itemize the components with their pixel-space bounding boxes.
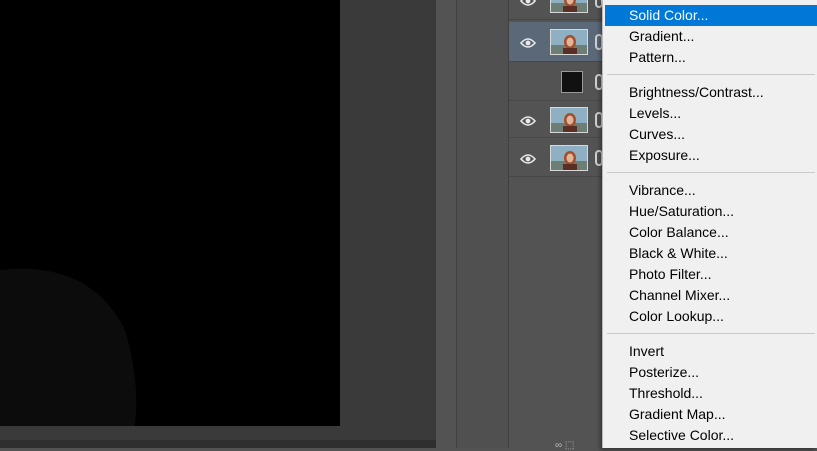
menu-item[interactable]: Photo Filter... <box>605 264 817 285</box>
menu-item[interactable]: Brightness/Contrast... <box>605 82 817 103</box>
menu-item[interactable]: Color Lookup... <box>605 306 817 327</box>
adjustment-layer-menu: Solid Color... Gradient... Pattern... Brigh… <box>602 0 817 448</box>
menu-item[interactable]: Channel Mixer... <box>605 285 817 306</box>
menu-separator <box>607 74 815 75</box>
menu-item[interactable]: Pattern... <box>605 47 817 68</box>
layer-thumbnail[interactable] <box>550 106 588 133</box>
horizontal-scrollbar[interactable] <box>0 440 436 448</box>
menu-item[interactable]: Exposure... <box>605 145 817 166</box>
canvas-image <box>0 268 137 426</box>
eye-icon[interactable] <box>519 114 537 126</box>
menu-item[interactable]: Threshold... <box>605 383 817 404</box>
menu-item[interactable]: Posterize... <box>605 362 817 383</box>
menu-item[interactable]: Hue/Saturation... <box>605 201 817 222</box>
eye-icon[interactable] <box>519 152 537 164</box>
layer-thumbnail[interactable] <box>550 144 588 171</box>
document-canvas[interactable] <box>0 0 340 426</box>
menu-item[interactable]: Levels... <box>605 103 817 124</box>
panel-divider <box>456 0 509 448</box>
menu-item[interactable]: Invert <box>605 341 817 362</box>
menu-item[interactable]: Color Balance... <box>605 222 817 243</box>
menu-separator <box>607 172 815 173</box>
menu-item[interactable]: Curves... <box>605 124 817 145</box>
layer-thumbnail[interactable] <box>550 0 588 13</box>
layer-thumbnail[interactable] <box>550 29 588 55</box>
menu-item[interactable]: Gradient Map... <box>605 404 817 425</box>
menu-item[interactable]: Black & White... <box>605 243 817 264</box>
menu-item[interactable]: Gradient... <box>605 26 817 47</box>
menu-item[interactable]: Vibrance... <box>605 180 817 201</box>
eye-icon[interactable] <box>519 36 537 48</box>
menu-separator <box>607 333 815 334</box>
menu-item[interactable]: Solid Color... <box>605 5 817 26</box>
menu-item[interactable]: Selective Color... <box>605 425 817 446</box>
eye-icon[interactable] <box>519 0 537 6</box>
layer-mask-thumbnail[interactable] <box>561 70 583 93</box>
document-canvas-area[interactable] <box>0 0 436 448</box>
